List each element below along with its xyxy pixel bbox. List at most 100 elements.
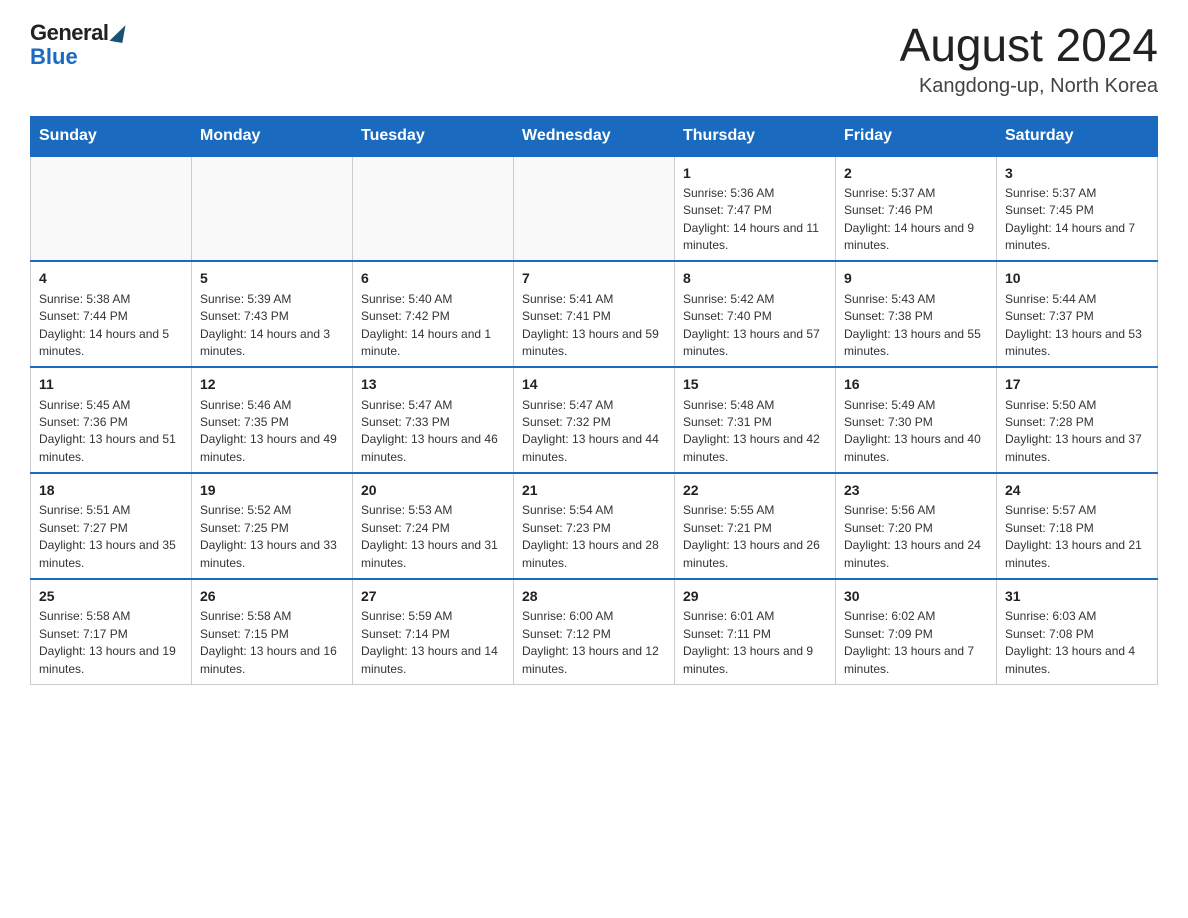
day-info: Sunrise: 5:49 AM Sunset: 7:30 PM Dayligh… (844, 397, 988, 467)
calendar-cell: 22Sunrise: 5:55 AM Sunset: 7:21 PM Dayli… (675, 473, 836, 579)
day-number: 23 (844, 480, 988, 500)
day-number: 19 (200, 480, 344, 500)
logo-general-text: General (30, 20, 108, 46)
calendar-cell: 14 Sunrise: 5:47 AM Sunset: 7:32 PM Dayli… (514, 367, 675, 473)
day-info: Sunrise: 5:50 AM Sunset: 7:28 PM Dayligh… (1005, 397, 1149, 467)
calendar-cell: 5Sunrise: 5:39 AM Sunset: 7:43 PM Daylig… (192, 261, 353, 367)
week-row-2: 4Sunrise: 5:38 AM Sunset: 7:44 PM Daylig… (31, 261, 1158, 367)
calendar-cell: 25Sunrise: 5:58 AM Sunset: 7:17 PM Dayli… (31, 579, 192, 684)
day-info: Sunrise: 5:54 AM Sunset: 7:23 PM Dayligh… (522, 502, 666, 572)
calendar-cell: 15 Sunrise: 5:48 AM Sunset: 7:31 PM Dayli… (675, 367, 836, 473)
day-number: 17 (1005, 374, 1149, 394)
calendar-cell: 20Sunrise: 5:53 AM Sunset: 7:24 PM Dayli… (353, 473, 514, 579)
day-number: 26 (200, 586, 344, 606)
day-number: 16 (844, 374, 988, 394)
day-number: 10 (1005, 268, 1149, 288)
calendar-cell: 6 Sunrise: 5:40 AM Sunset: 7:42 PM Daylig… (353, 261, 514, 367)
day-info: Sunrise: 5:39 AM Sunset: 7:43 PM Dayligh… (200, 291, 344, 361)
day-info: Sunrise: 5:44 AM Sunset: 7:37 PM Dayligh… (1005, 291, 1149, 361)
weekday-header-monday: Monday (192, 116, 353, 156)
day-info: Sunrise: 5:56 AM Sunset: 7:20 PM Dayligh… (844, 502, 988, 572)
calendar-cell: 19Sunrise: 5:52 AM Sunset: 7:25 PM Dayli… (192, 473, 353, 579)
weekday-header-tuesday: Tuesday (353, 116, 514, 156)
calendar-cell: 21Sunrise: 5:54 AM Sunset: 7:23 PM Dayli… (514, 473, 675, 579)
calendar-cell: 4Sunrise: 5:38 AM Sunset: 7:44 PM Daylig… (31, 261, 192, 367)
calendar-cell: 26Sunrise: 5:58 AM Sunset: 7:15 PM Dayli… (192, 579, 353, 684)
day-info: Sunrise: 5:58 AM Sunset: 7:17 PM Dayligh… (39, 608, 183, 678)
page-header: General Blue August 2024 Kangdong-up, No… (30, 20, 1158, 98)
day-number: 25 (39, 586, 183, 606)
calendar-cell: 17 Sunrise: 5:50 AM Sunset: 7:28 PM Dayli… (997, 367, 1158, 473)
week-row-3: 11Sunrise: 5:45 AM Sunset: 7:36 PM Dayli… (31, 367, 1158, 473)
weekday-header-saturday: Saturday (997, 116, 1158, 156)
day-number: 13 (361, 374, 505, 394)
calendar-cell: 8 Sunrise: 5:42 AM Sunset: 7:40 PM Daylig… (675, 261, 836, 367)
calendar-cell: 29Sunrise: 6:01 AM Sunset: 7:11 PM Dayli… (675, 579, 836, 684)
day-number: 8 (683, 268, 827, 288)
calendar-cell: 10 Sunrise: 5:44 AM Sunset: 7:37 PM Dayli… (997, 261, 1158, 367)
calendar-cell: 31Sunrise: 6:03 AM Sunset: 7:08 PM Dayli… (997, 579, 1158, 684)
calendar-cell: 30Sunrise: 6:02 AM Sunset: 7:09 PM Dayli… (836, 579, 997, 684)
day-number: 9 (844, 268, 988, 288)
week-row-4: 18Sunrise: 5:51 AM Sunset: 7:27 PM Dayli… (31, 473, 1158, 579)
day-info: Sunrise: 5:59 AM Sunset: 7:14 PM Dayligh… (361, 608, 505, 678)
day-info: Sunrise: 5:42 AM Sunset: 7:40 PM Dayligh… (683, 291, 827, 361)
calendar-cell (192, 156, 353, 262)
day-number: 30 (844, 586, 988, 606)
day-number: 1 (683, 163, 827, 183)
day-info: Sunrise: 5:47 AM Sunset: 7:33 PM Dayligh… (361, 397, 505, 467)
day-info: Sunrise: 5:53 AM Sunset: 7:24 PM Dayligh… (361, 502, 505, 572)
month-year-title: August 2024 (900, 20, 1158, 71)
day-number: 22 (683, 480, 827, 500)
logo: General Blue (30, 20, 124, 70)
week-row-5: 25Sunrise: 5:58 AM Sunset: 7:17 PM Dayli… (31, 579, 1158, 684)
calendar-cell: 7Sunrise: 5:41 AM Sunset: 7:41 PM Daylig… (514, 261, 675, 367)
calendar-cell: 16 Sunrise: 5:49 AM Sunset: 7:30 PM Dayli… (836, 367, 997, 473)
calendar-cell (31, 156, 192, 262)
day-number: 20 (361, 480, 505, 500)
title-block: August 2024 Kangdong-up, North Korea (900, 20, 1158, 98)
day-info: Sunrise: 5:37 AM Sunset: 7:45 PM Dayligh… (1005, 185, 1149, 255)
day-info: Sunrise: 6:02 AM Sunset: 7:09 PM Dayligh… (844, 608, 988, 678)
day-number: 12 (200, 374, 344, 394)
calendar-cell (353, 156, 514, 262)
day-number: 7 (522, 268, 666, 288)
day-number: 31 (1005, 586, 1149, 606)
day-number: 6 (361, 268, 505, 288)
calendar-cell: 1Sunrise: 5:36 AM Sunset: 7:47 PM Daylig… (675, 156, 836, 262)
day-number: 4 (39, 268, 183, 288)
day-info: Sunrise: 5:52 AM Sunset: 7:25 PM Dayligh… (200, 502, 344, 572)
day-info: Sunrise: 5:58 AM Sunset: 7:15 PM Dayligh… (200, 608, 344, 678)
day-info: Sunrise: 5:48 AM Sunset: 7:31 PM Dayligh… (683, 397, 827, 467)
day-number: 15 (683, 374, 827, 394)
day-info: Sunrise: 5:46 AM Sunset: 7:35 PM Dayligh… (200, 397, 344, 467)
weekday-header-row: SundayMondayTuesdayWednesdayThursdayFrid… (31, 116, 1158, 156)
day-info: Sunrise: 6:01 AM Sunset: 7:11 PM Dayligh… (683, 608, 827, 678)
calendar-cell: 23Sunrise: 5:56 AM Sunset: 7:20 PM Dayli… (836, 473, 997, 579)
day-info: Sunrise: 6:03 AM Sunset: 7:08 PM Dayligh… (1005, 608, 1149, 678)
day-info: Sunrise: 5:45 AM Sunset: 7:36 PM Dayligh… (39, 397, 183, 467)
weekday-header-friday: Friday (836, 116, 997, 156)
day-info: Sunrise: 5:40 AM Sunset: 7:42 PM Dayligh… (361, 291, 505, 361)
day-number: 14 (522, 374, 666, 394)
day-info: Sunrise: 5:47 AM Sunset: 7:32 PM Dayligh… (522, 397, 666, 467)
logo-triangle-icon (110, 23, 126, 43)
day-info: Sunrise: 5:36 AM Sunset: 7:47 PM Dayligh… (683, 185, 827, 255)
day-info: Sunrise: 5:37 AM Sunset: 7:46 PM Dayligh… (844, 185, 988, 255)
day-number: 24 (1005, 480, 1149, 500)
weekday-header-sunday: Sunday (31, 116, 192, 156)
calendar-cell: 2Sunrise: 5:37 AM Sunset: 7:46 PM Daylig… (836, 156, 997, 262)
day-info: Sunrise: 5:57 AM Sunset: 7:18 PM Dayligh… (1005, 502, 1149, 572)
calendar-table: SundayMondayTuesdayWednesdayThursdayFrid… (30, 116, 1158, 685)
location-subtitle: Kangdong-up, North Korea (900, 75, 1158, 98)
weekday-header-wednesday: Wednesday (514, 116, 675, 156)
day-number: 29 (683, 586, 827, 606)
week-row-1: 1Sunrise: 5:36 AM Sunset: 7:47 PM Daylig… (31, 156, 1158, 262)
calendar-cell: 3Sunrise: 5:37 AM Sunset: 7:45 PM Daylig… (997, 156, 1158, 262)
calendar-cell (514, 156, 675, 262)
day-number: 3 (1005, 163, 1149, 183)
weekday-header-thursday: Thursday (675, 116, 836, 156)
calendar-cell: 12 Sunrise: 5:46 AM Sunset: 7:35 PM Dayli… (192, 367, 353, 473)
calendar-cell: 28Sunrise: 6:00 AM Sunset: 7:12 PM Dayli… (514, 579, 675, 684)
day-number: 2 (844, 163, 988, 183)
